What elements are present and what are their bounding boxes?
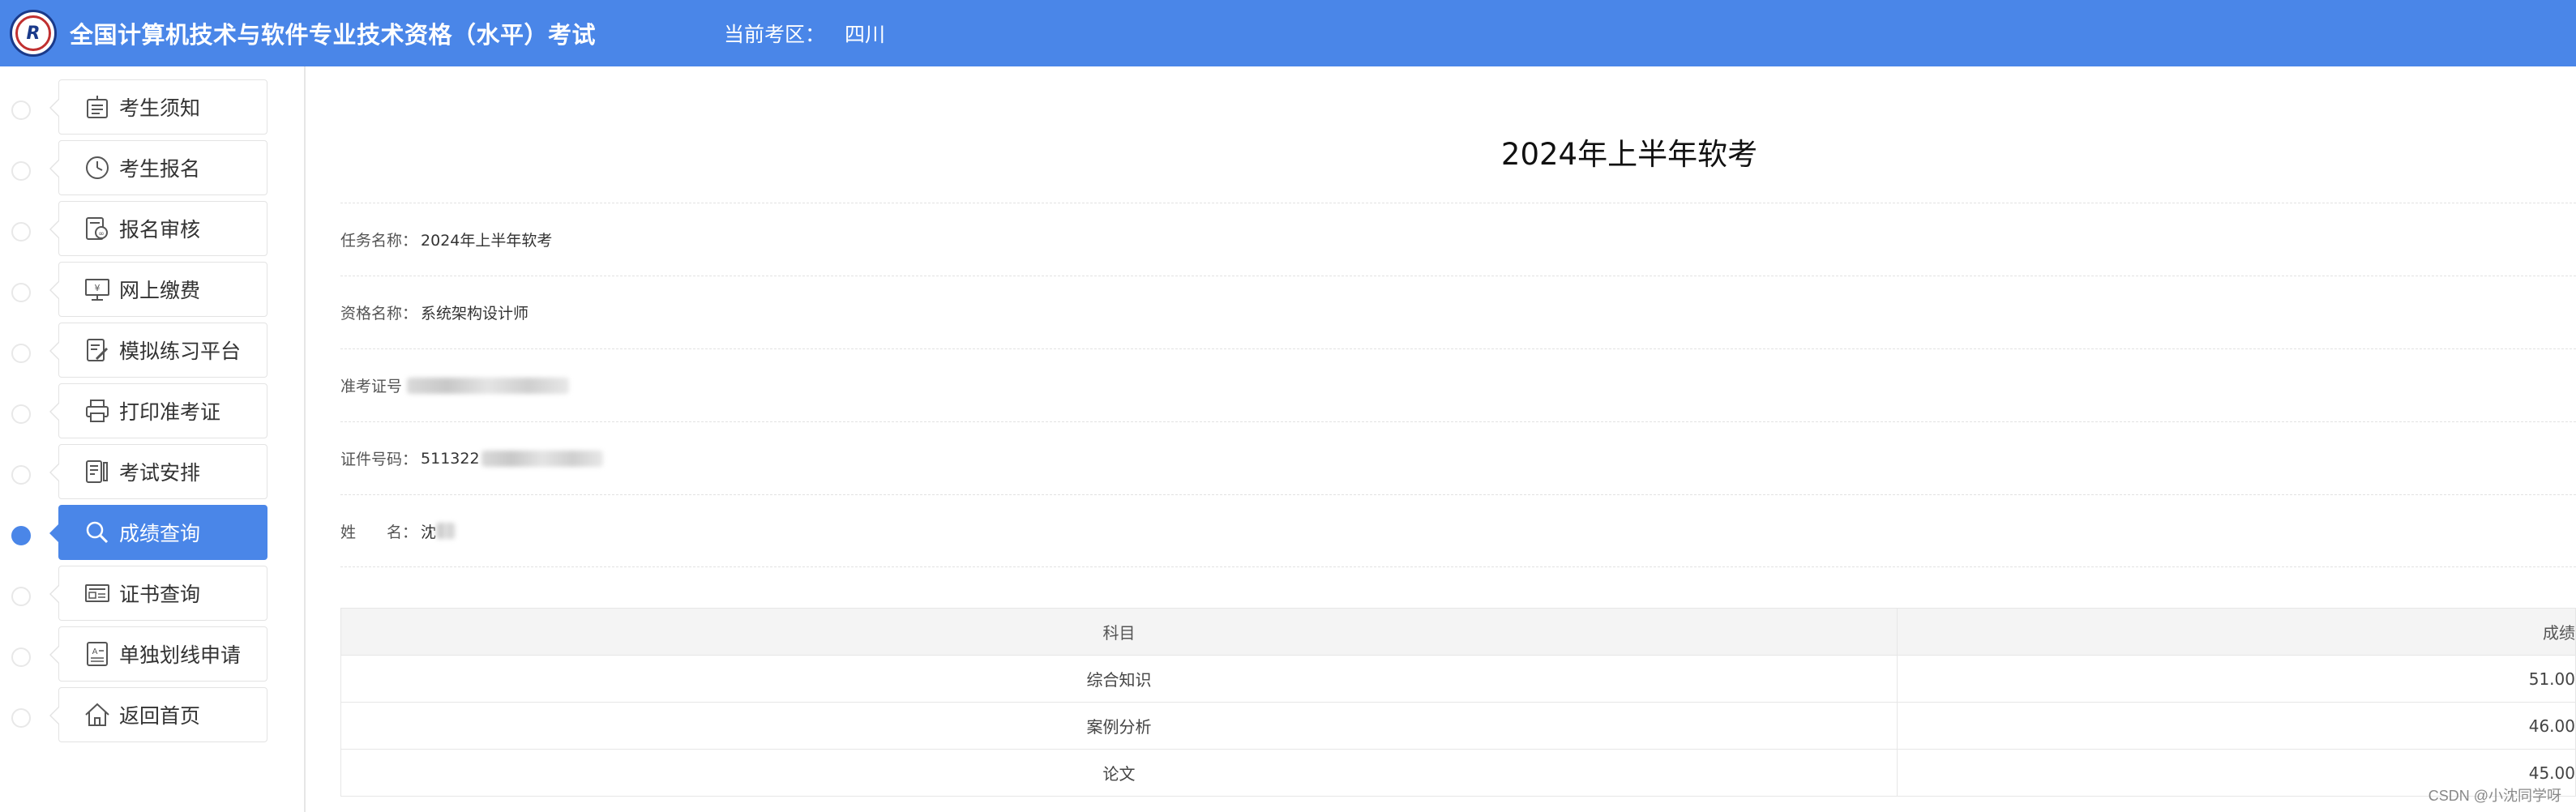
timeline-dot [11, 708, 31, 728]
timeline-dot [11, 404, 31, 424]
id-number-redacted [481, 450, 603, 467]
main-content: 2024年上半年软考 任务名称： 2024年上半年软考 资格名称： 系统架构设计… [340, 66, 2576, 812]
region-label: 当前考区： [724, 23, 826, 46]
nav-button[interactable]: ∞ 报名审核 [49, 201, 267, 256]
sidebar-item-score-query[interactable]: 成绩查询 [0, 505, 306, 566]
nav-label: 考试安排 [119, 461, 201, 485]
sidebar-item-registration[interactable]: 考生报名 [0, 140, 306, 201]
sidebar-nav: 考生须知 考生报名 ∞ 报名审核 ¥ 网上缴费 模拟练习平台 打印准考证 考试安… [0, 66, 306, 812]
nav-button[interactable]: 模拟练习平台 [49, 323, 267, 378]
id-number-label: 证件号码： [340, 451, 418, 468]
nav-label: 考生须知 [119, 96, 201, 120]
name-redacted [436, 523, 456, 539]
page-title: 2024年上半年软考 [1500, 137, 1758, 172]
column-header-score: 成绩 [1897, 608, 2576, 656]
timeline-dot [11, 161, 31, 181]
payment-monitor-icon: ¥ [83, 276, 111, 303]
nav-label: 返回首页 [119, 704, 201, 728]
audit-icon: ∞ [83, 215, 111, 242]
svg-text:A: A [92, 647, 98, 656]
nav-button[interactable]: 考试安排 [49, 444, 267, 499]
nav-button[interactable]: 返回首页 [49, 687, 267, 742]
clock-icon [83, 154, 111, 182]
svg-text:∞: ∞ [98, 230, 105, 238]
timeline-dot [11, 100, 31, 120]
printer-icon [83, 397, 111, 425]
sidebar-item-exam-notice[interactable]: 考生须知 [0, 79, 306, 140]
timeline-dot [11, 344, 31, 363]
application-form-icon: A [83, 640, 111, 668]
exam-logo: R [10, 10, 57, 57]
table-row: 综合知识 51.00 [340, 655, 2576, 703]
timeline-dot [11, 465, 31, 485]
timeline-dot [11, 587, 31, 606]
score-cell: 46.00 [1897, 702, 2576, 750]
table-row: 论文 45.00 [340, 749, 2576, 797]
nav-button-active[interactable]: 成绩查询 [49, 505, 267, 560]
search-icon [83, 519, 111, 546]
timeline-dot [11, 222, 31, 241]
score-table: 科目 成绩 综合知识 51.00 案例分析 46.00 论文 45.00 [340, 608, 2576, 797]
table-row: 案例分析 46.00 [340, 702, 2576, 750]
home-icon [83, 701, 111, 729]
name-value: 沈 [421, 523, 437, 541]
subject-cell: 论文 [340, 749, 1898, 797]
info-row-ticket: 准考证号 [340, 348, 2576, 421]
sidebar-item-separate-line[interactable]: A 单独划线申请 [0, 626, 306, 687]
watermark: CSDN @小沈同学呀 [2428, 788, 2561, 804]
nav-label: 网上缴费 [119, 279, 201, 302]
nav-label: 证书查询 [119, 583, 201, 606]
region-value: 四川 [845, 23, 886, 46]
nav-button[interactable]: 考生须知 [49, 79, 267, 135]
nav-label: 单独划线申请 [119, 643, 242, 667]
qualification-value: 系统架构设计师 [421, 305, 529, 323]
task-name-value: 2024年上半年软考 [421, 232, 553, 250]
info-row-task: 任务名称： 2024年上半年软考 [340, 203, 2576, 276]
nav-label: 打印准考证 [119, 400, 221, 424]
sidebar-item-practice[interactable]: 模拟练习平台 [0, 323, 306, 383]
sidebar-item-payment[interactable]: ¥ 网上缴费 [0, 262, 306, 323]
sidebar-item-certificate[interactable]: 证书查询 [0, 566, 306, 626]
certificate-icon [83, 579, 111, 607]
sidebar-item-schedule[interactable]: 考试安排 [0, 444, 306, 505]
top-header-bar: R 全国计算机技术与软件专业技术资格（水平）考试 当前考区： 四川 [0, 0, 2576, 66]
practice-icon [83, 336, 111, 364]
nav-label: 考生报名 [119, 157, 201, 181]
nav-label: 成绩查询 [119, 522, 201, 545]
site-title: 全国计算机技术与软件专业技术资格（水平）考试 [70, 21, 597, 49]
nav-label: 报名审核 [119, 218, 201, 241]
table-header-row: 科目 成绩 [340, 608, 2576, 656]
schedule-icon [83, 458, 111, 485]
notice-icon [83, 93, 111, 121]
info-row-id: 证件号码： 511322 [340, 421, 2576, 494]
subject-cell: 综合知识 [340, 655, 1898, 703]
score-cell: 51.00 [1897, 655, 2576, 703]
ticket-number-label: 准考证号 [340, 378, 403, 395]
sidebar-item-audit[interactable]: ∞ 报名审核 [0, 201, 306, 262]
nav-button[interactable]: 证书查询 [49, 566, 267, 621]
timeline-dot [11, 647, 31, 667]
sidebar-item-print-ticket[interactable]: 打印准考证 [0, 383, 306, 444]
ticket-number-redacted [407, 377, 570, 394]
timeline-dot-active [11, 526, 31, 545]
nav-label: 模拟练习平台 [119, 340, 242, 363]
nav-button[interactable]: ¥ 网上缴费 [49, 262, 267, 317]
sidebar-item-home[interactable]: 返回首页 [0, 687, 306, 748]
info-row-name: 姓 名： 沈 [340, 494, 2576, 567]
nav-button[interactable]: A 单独划线申请 [49, 626, 267, 682]
id-number-value: 511322 [421, 449, 480, 468]
task-name-label: 任务名称： [340, 232, 418, 250]
svg-text:¥: ¥ [95, 283, 101, 293]
nav-button[interactable]: 考生报名 [49, 140, 267, 195]
qualification-label: 资格名称： [340, 305, 418, 323]
nav-button[interactable]: 打印准考证 [49, 383, 267, 438]
column-header-subject: 科目 [340, 608, 1898, 656]
info-row-qualification: 资格名称： 系统架构设计师 [340, 276, 2576, 348]
subject-cell: 案例分析 [340, 702, 1898, 750]
name-label: 姓 名： [340, 523, 418, 541]
timeline-dot [11, 283, 31, 302]
